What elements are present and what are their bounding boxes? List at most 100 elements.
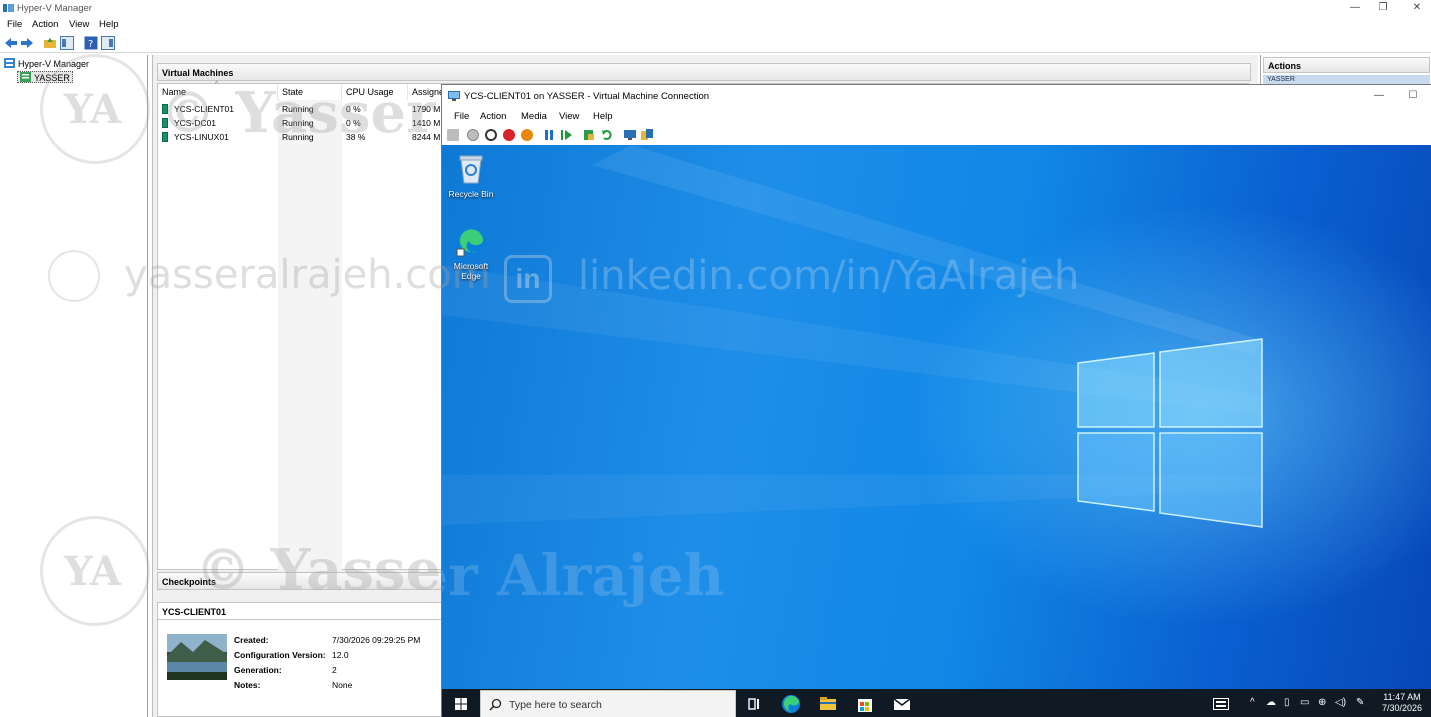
detail-label: Configuration Version: — [234, 650, 326, 660]
host-toolbar: ? — [0, 33, 1431, 53]
detail-label: Created: — [234, 635, 269, 645]
menu-view[interactable]: View — [69, 19, 89, 30]
menu-file[interactable]: File — [7, 19, 22, 30]
task-view-icon[interactable] — [743, 693, 765, 715]
vm-cpu: 0 % — [346, 118, 361, 128]
detail-label: Generation: — [234, 665, 282, 675]
mail-icon[interactable] — [891, 693, 913, 715]
up-folder-icon[interactable] — [43, 36, 57, 50]
clock-date: 7/30/2026 — [1381, 703, 1422, 713]
forward-arrow-icon[interactable] — [20, 36, 34, 50]
file-explorer-icon[interactable] — [817, 693, 839, 715]
taskbar-search-box[interactable]: Type here to search — [480, 690, 736, 717]
guest-desktop: Recycle Bin Microsoft Edge in linkedin.c… — [442, 145, 1431, 689]
shutdown-icon[interactable] — [503, 129, 515, 141]
vm-name: YCS-DC01 — [174, 118, 217, 128]
host-menu-bar: File Action View Help — [0, 17, 1431, 33]
vm-icon — [162, 118, 168, 128]
vmc-menu-file[interactable]: File — [454, 111, 469, 122]
vm-icon — [162, 132, 168, 142]
clock-time: 11:47 AM — [1383, 692, 1421, 702]
pen-icon[interactable]: ✎ — [1356, 697, 1364, 708]
vmc-menu-view[interactable]: View — [559, 111, 579, 122]
desktop-recycle-bin[interactable]: Recycle Bin — [444, 153, 498, 199]
turn-off-icon[interactable] — [485, 129, 497, 141]
hyperv-manager-icon — [4, 58, 15, 68]
start-windows-icon[interactable] — [455, 698, 467, 710]
vm-state: Running — [282, 132, 314, 142]
show-hide-tree-icon[interactable] — [60, 36, 74, 50]
vmc-menu-bar: File Action Media View Help — [442, 107, 1431, 125]
vmc-minimize-button[interactable]: — — [1364, 88, 1394, 105]
vm-thumbnail — [167, 634, 227, 680]
tree-item-label: Hyper-V Manager — [18, 59, 90, 69]
table-row[interactable]: YCS-LINUX01 Running 38 % 8244 MB — [158, 130, 448, 144]
vmc-menu-help[interactable]: Help — [593, 111, 613, 122]
revert-icon[interactable] — [601, 129, 613, 141]
onedrive-icon[interactable]: ☁ — [1266, 697, 1276, 708]
vmc-menu-action[interactable]: Action — [480, 111, 506, 122]
vm-icon — [162, 104, 168, 114]
state-column-shade — [278, 100, 342, 570]
server-icon — [20, 72, 31, 82]
taskbar-edge-icon[interactable] — [780, 693, 802, 715]
search-placeholder: Type here to search — [509, 699, 602, 711]
column-cpu-usage[interactable]: CPU Usage — [342, 84, 408, 100]
desktop-edge[interactable]: Microsoft Edge — [444, 225, 498, 281]
vm-name: YCS-LINUX01 — [174, 132, 229, 142]
tree-item-hyperv-manager[interactable]: Hyper-V Manager — [4, 58, 89, 70]
network-icon[interactable]: ⊕ — [1318, 697, 1326, 708]
store-icon[interactable] — [854, 693, 876, 715]
svg-text:?: ? — [88, 39, 93, 50]
tree-item-label: YASSER — [34, 73, 70, 83]
battery-icon[interactable]: ▭ — [1300, 697, 1309, 708]
virtual-machines-header: Virtual Machines — [157, 63, 1251, 81]
checkpoint-icon[interactable] — [583, 129, 595, 141]
vm-state: Running — [282, 104, 314, 114]
desktop-icon-label: Microsoft — [453, 261, 489, 271]
hyperv-app-icon — [3, 4, 14, 12]
detail-value: 2 — [332, 665, 337, 675]
table-row[interactable]: YCS-DC01 Running 0 % 1410 MB — [158, 116, 448, 130]
vmc-menu-media[interactable]: Media — [521, 111, 547, 122]
enhanced-session-icon[interactable] — [624, 129, 636, 141]
navigation-tree: Hyper-V Manager YASSER — [0, 55, 148, 717]
start-icon[interactable] — [467, 129, 479, 141]
close-button[interactable]: ✕ — [1402, 0, 1431, 17]
sort-arrow-icon: ^ — [215, 81, 219, 88]
actions-server-item[interactable]: YASSER — [1263, 75, 1430, 84]
column-state[interactable]: State — [278, 84, 342, 100]
vmc-maximize-button[interactable]: ☐ — [1398, 88, 1428, 105]
show-action-pane-icon[interactable] — [101, 36, 115, 50]
usb-icon[interactable]: ▯ — [1284, 697, 1290, 708]
windows-wallpaper-rays — [442, 145, 1262, 525]
recycle-bin-icon — [459, 155, 483, 184]
pause-icon[interactable] — [543, 129, 555, 141]
vm-state: Running — [282, 118, 314, 128]
volume-icon[interactable]: ◁) — [1335, 697, 1346, 708]
back-arrow-icon[interactable] — [4, 36, 18, 50]
tree-item-server[interactable]: YASSER — [17, 71, 73, 83]
actions-header: Actions — [1263, 57, 1430, 73]
guest-taskbar: Type here to search ^ ☁ ▯ ▭ ⊕ ◁) ✎ 11:47… — [442, 689, 1431, 717]
tray-chevron-up-icon[interactable]: ^ — [1250, 697, 1255, 708]
vmc-toolbar — [442, 125, 1431, 145]
vm-connection-window: YCS-CLIENT01 on YASSER - Virtual Machine… — [441, 84, 1431, 717]
detail-value: None — [332, 680, 353, 690]
search-icon — [489, 698, 502, 711]
restore-button[interactable]: ❐ — [1368, 0, 1398, 17]
table-row[interactable]: YCS-CLIENT01 Running 0 % 1790 MB — [158, 102, 448, 116]
menu-action[interactable]: Action — [32, 19, 58, 30]
ctrl-alt-del-icon[interactable] — [447, 129, 459, 141]
share-icon[interactable] — [641, 129, 653, 141]
host-title-bar: Hyper-V Manager — ❐ ✕ — [0, 0, 1431, 17]
keyboard-icon[interactable] — [1213, 698, 1229, 710]
menu-help[interactable]: Help — [99, 19, 119, 30]
help-icon[interactable]: ? — [84, 36, 98, 50]
detail-value: 7/30/2026 09:29:25 PM — [332, 635, 421, 645]
save-state-icon[interactable] — [521, 129, 533, 141]
edge-icon — [456, 227, 485, 257]
minimize-button[interactable]: — — [1340, 0, 1370, 17]
taskbar-clock[interactable]: 11:47 AM 7/30/2026 — [1382, 692, 1422, 714]
resume-icon[interactable] — [561, 129, 573, 141]
